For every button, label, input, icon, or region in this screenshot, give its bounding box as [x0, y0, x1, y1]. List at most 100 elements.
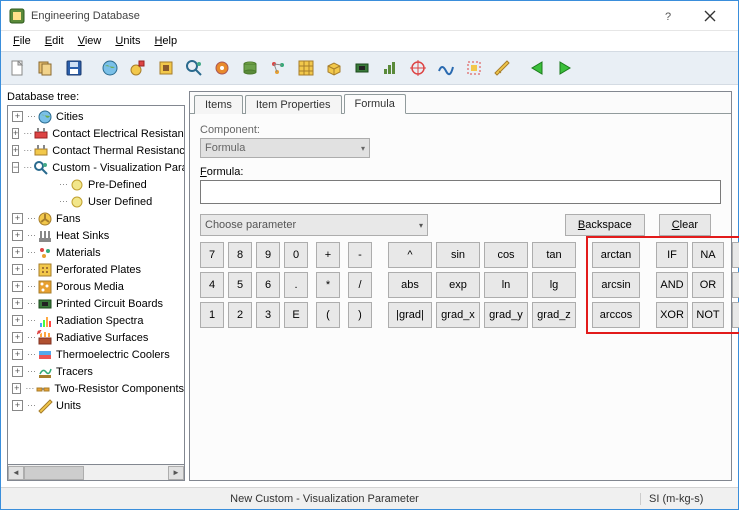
expander-icon[interactable]: +	[12, 230, 23, 241]
key-button[interactable]: exp	[436, 272, 480, 298]
tree-node[interactable]: +⋯Materials	[8, 244, 184, 261]
key-button[interactable]: NOT	[692, 302, 724, 328]
key-button[interactable]: XOR	[656, 302, 688, 328]
choose-parameter-combo[interactable]: Choose parameter ▾	[200, 214, 428, 236]
tb-chart[interactable]	[377, 55, 403, 81]
tb-back[interactable]	[525, 55, 551, 81]
expander-icon[interactable]: +	[12, 111, 23, 122]
database-tree[interactable]: +⋯Cities+⋯Contact Electrical Resistances…	[7, 105, 185, 465]
tab-formula[interactable]: Formula	[344, 94, 406, 114]
tree-node[interactable]: +⋯Two-Resistor Components	[8, 380, 184, 397]
scroll-right-icon[interactable]: ►	[168, 466, 184, 480]
key-button[interactable]: 3	[256, 302, 280, 328]
key-button[interactable]: NA	[692, 242, 724, 268]
tree-node[interactable]: +⋯Fans	[8, 210, 184, 227]
expander-icon[interactable]: +	[12, 247, 23, 258]
tb-atoms[interactable]	[265, 55, 291, 81]
key-button[interactable]: 5	[228, 272, 252, 298]
key-button[interactable]: arcsin	[592, 272, 640, 298]
tree-node[interactable]: ⋯Pre-Defined	[8, 176, 184, 193]
tb-brick[interactable]	[321, 55, 347, 81]
key-button[interactable]: lg	[532, 272, 576, 298]
key-button[interactable]: arccos	[592, 302, 640, 328]
tb-copy[interactable]	[33, 55, 59, 81]
expander-icon[interactable]: +	[12, 315, 23, 326]
tb-save[interactable]	[61, 55, 87, 81]
key-button[interactable]: 4	[200, 272, 224, 298]
tree-node[interactable]: +⋯Printed Circuit Boards	[8, 295, 184, 312]
key-button[interactable]: 7	[200, 242, 224, 268]
key-button[interactable]: <	[732, 242, 739, 268]
tree-node[interactable]: +⋯Cities	[8, 108, 184, 125]
menu-view[interactable]: View	[72, 33, 108, 49]
expander-icon[interactable]: +	[12, 383, 21, 394]
expander-icon[interactable]: +	[12, 281, 23, 292]
menu-help[interactable]: Help	[148, 33, 183, 49]
key-button[interactable]: AND	[656, 272, 688, 298]
tab-items[interactable]: Items	[194, 95, 243, 114]
menu-file[interactable]: File	[7, 33, 37, 49]
tree-node[interactable]: +⋯Units	[8, 397, 184, 414]
component-combo[interactable]: Formula ▾	[200, 138, 370, 158]
tb-chip[interactable]	[349, 55, 375, 81]
key-button[interactable]: grad_z	[532, 302, 576, 328]
key-button[interactable]: abs	[388, 272, 432, 298]
tb-ruler[interactable]	[489, 55, 515, 81]
tree-node[interactable]: +⋯Porous Media	[8, 278, 184, 295]
key-button[interactable]: 2	[228, 302, 252, 328]
key-button[interactable]: sin	[436, 242, 480, 268]
help-button[interactable]: ?	[650, 2, 690, 30]
tb-target[interactable]	[405, 55, 431, 81]
tb-grid[interactable]	[293, 55, 319, 81]
expander-icon[interactable]: +	[12, 349, 23, 360]
key-button[interactable]: 6	[256, 272, 280, 298]
key-button[interactable]: /	[348, 272, 372, 298]
key-button[interactable]: IF	[656, 242, 688, 268]
tb-zoom[interactable]	[181, 55, 207, 81]
tb-wave[interactable]	[433, 55, 459, 81]
expander-icon[interactable]: −	[12, 162, 19, 173]
key-button[interactable]: arctan	[592, 242, 640, 268]
key-button[interactable]: +	[316, 242, 340, 268]
tree-node[interactable]: +⋯Thermoelectric Coolers	[8, 346, 184, 363]
key-button[interactable]: |grad|	[388, 302, 432, 328]
key-button[interactable]: 1	[200, 302, 224, 328]
clear-button[interactable]: Clear	[659, 214, 711, 236]
key-button[interactable]: grad_y	[484, 302, 528, 328]
key-button[interactable]: cos	[484, 242, 528, 268]
key-button[interactable]: E	[284, 302, 308, 328]
key-button[interactable]: -	[348, 242, 372, 268]
tree-hscrollbar[interactable]: ◄ ►	[7, 465, 185, 481]
expander-icon[interactable]: +	[12, 145, 19, 156]
tree-node[interactable]: +⋯Radiative Surfaces	[8, 329, 184, 346]
key-button[interactable]: .	[284, 272, 308, 298]
tree-node[interactable]: +⋯Tracers	[8, 363, 184, 380]
scroll-left-icon[interactable]: ◄	[8, 466, 24, 480]
tree-node[interactable]: +⋯Contact Thermal Resistances	[8, 142, 184, 159]
backspace-button[interactable]: Backspace	[565, 214, 645, 236]
tb-cyl[interactable]	[237, 55, 263, 81]
tb-new[interactable]	[5, 55, 31, 81]
key-button[interactable]: tan	[532, 242, 576, 268]
tab-item-properties[interactable]: Item Properties	[245, 95, 342, 114]
key-button[interactable]: grad_x	[436, 302, 480, 328]
expander-icon[interactable]: +	[12, 298, 23, 309]
tree-node[interactable]: +⋯Contact Electrical Resistances	[8, 125, 184, 142]
expander-icon[interactable]: +	[12, 366, 23, 377]
tb-tool3[interactable]	[153, 55, 179, 81]
key-button[interactable]: )	[348, 302, 372, 328]
tree-node[interactable]: +⋯Radiation Spectra	[8, 312, 184, 329]
tb-box2[interactable]	[461, 55, 487, 81]
scroll-thumb[interactable]	[24, 466, 84, 480]
key-button[interactable]: (	[316, 302, 340, 328]
key-button[interactable]: ln	[484, 272, 528, 298]
close-button[interactable]	[690, 2, 730, 30]
tree-node[interactable]: +⋯Heat Sinks	[8, 227, 184, 244]
expander-icon[interactable]: +	[12, 213, 23, 224]
expander-icon[interactable]: +	[12, 332, 23, 343]
expander-icon[interactable]: +	[12, 400, 23, 411]
formula-input[interactable]	[200, 180, 721, 204]
key-button[interactable]: 8	[228, 242, 252, 268]
tb-globe[interactable]	[97, 55, 123, 81]
tb-gear[interactable]	[209, 55, 235, 81]
